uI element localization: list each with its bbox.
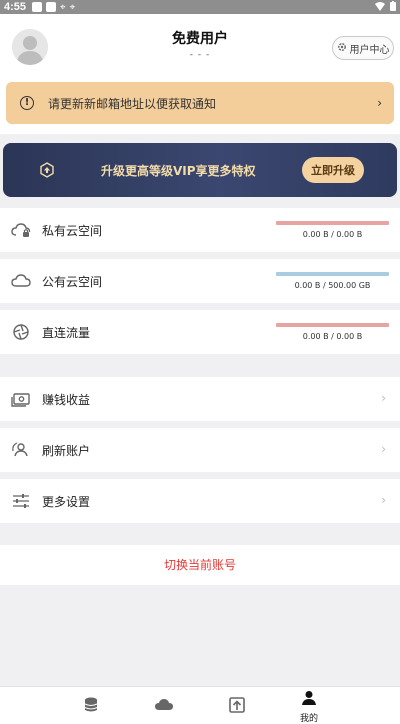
refresh-account-icon [11,441,31,459]
notification-square-icon [32,2,43,12]
wifi-icon [375,1,385,14]
refresh-account-row[interactable]: 刷新账户 › [0,428,400,472]
chevron-right-icon: › [381,442,386,456]
usage-bar [276,323,389,327]
nav-cloud-tab[interactable] [138,687,188,724]
more-settings-row[interactable]: 更多设置 › [0,479,400,523]
usage-text: 0.00 B / 500.00 GB [294,281,371,290]
chevron-right-icon: › [381,493,386,507]
aperture-icon [11,323,31,341]
public-cloud-row[interactable]: 公有云空间 0.00 B / 500.00 GB [0,259,400,303]
usage-bar [276,221,389,225]
gear-icon [337,42,347,55]
chevron-right-icon: › [381,391,386,405]
usage-text: 0.00 B / 0.00 B [302,332,363,341]
nav-database-tab[interactable] [66,687,116,724]
private-cloud-label: 私有云空间 [42,224,103,238]
direct-traffic-row[interactable]: 直连流量 0.00 B / 0.00 B [0,310,400,354]
user-center-label: 用户中心 [349,44,390,56]
cloud-outline-icon [11,272,31,290]
status-bar: 4:55 ⌖ ⌖ [0,0,400,14]
vip-promo-text: 升级更高等级VIP享更多特权 [101,164,256,178]
upgrade-button[interactable]: 立即升级 [302,157,364,183]
email-notice-banner[interactable]: ! 请更新新邮箱地址以便获取通知 › [6,82,394,124]
notice-text: 请更新新邮箱地址以便获取通知 [48,96,217,111]
upgrade-icon [39,162,55,178]
app-notification-icon: ⌖ [69,1,76,13]
more-settings-label: 更多设置 [42,495,91,509]
vip-banner[interactable]: 升级更高等级VIP享更多特权 立即升级 [3,143,397,197]
battery-icon [390,0,396,14]
earnings-row[interactable]: 赚钱收益 › [0,377,400,421]
nav-upload-tab[interactable] [212,687,262,724]
refresh-account-label: 刷新账户 [42,444,91,458]
public-cloud-label: 公有云空间 [42,275,103,289]
switch-account-button[interactable]: 切换当前账号 [0,545,400,585]
direct-traffic-usage: 0.00 B / 0.00 B [276,323,389,341]
private-cloud-icon [11,221,31,239]
direct-traffic-label: 直连流量 [42,326,91,340]
profile-header: 免费用户 - - - 用户中心 ! 请更新新邮箱地址以便获取通知 › [0,14,400,134]
private-cloud-usage: 0.00 B / 0.00 B [276,221,389,239]
alert-icon: ! [20,96,34,110]
earnings-label: 赚钱收益 [42,393,91,407]
nav-mine-tab[interactable]: 我的 [284,687,334,724]
public-cloud-usage: 0.00 B / 500.00 GB [276,272,389,290]
usage-bar [276,272,389,276]
notification-square-icon [46,2,57,12]
money-icon [11,390,31,408]
usage-text: 0.00 B / 0.00 B [302,230,363,239]
sliders-icon [11,492,31,510]
nav-mine-label: 我的 [299,714,318,724]
status-time: 4:55 [4,1,27,13]
private-cloud-row[interactable]: 私有云空间 0.00 B / 0.00 B [0,208,400,252]
chevron-right-icon: › [377,96,382,110]
user-center-button[interactable]: 用户中心 [332,36,394,60]
app-notification-icon: ⌖ [60,1,66,13]
bottom-nav: 我的 [0,686,400,724]
